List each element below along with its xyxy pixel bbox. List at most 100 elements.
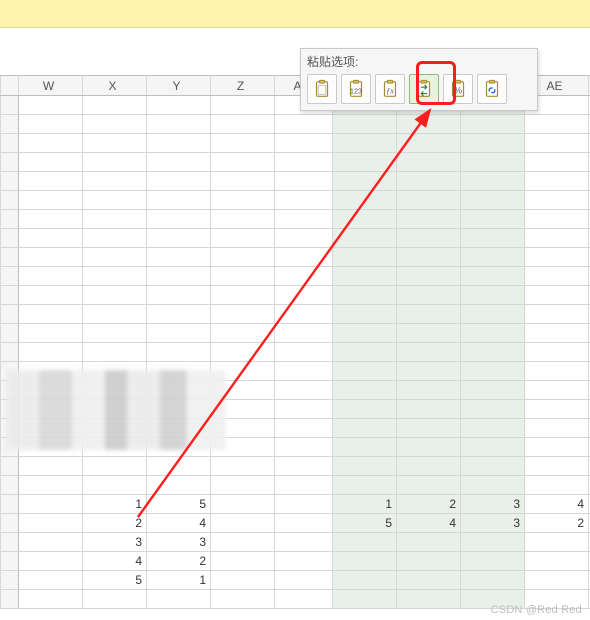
cell[interactable] [333, 590, 397, 609]
cell[interactable] [147, 590, 211, 609]
cell[interactable] [83, 172, 147, 191]
cell[interactable] [397, 172, 461, 191]
cell[interactable] [19, 134, 83, 153]
cell[interactable] [19, 324, 83, 343]
cell[interactable] [275, 533, 333, 552]
cell[interactable] [275, 267, 333, 286]
cell[interactable] [275, 362, 333, 381]
cell[interactable] [147, 248, 211, 267]
cell[interactable] [19, 115, 83, 134]
cell[interactable] [397, 267, 461, 286]
cell[interactable] [211, 210, 275, 229]
cell[interactable] [275, 305, 333, 324]
cell[interactable] [333, 210, 397, 229]
cell[interactable] [461, 571, 525, 590]
cell[interactable] [461, 191, 525, 210]
spreadsheet-grid[interactable]: W X Y Z AA AB AC AD AE AF 15123452454321… [0, 75, 590, 620]
cell[interactable] [83, 457, 147, 476]
cell[interactable] [333, 324, 397, 343]
cell[interactable] [333, 115, 397, 134]
cell[interactable] [525, 210, 589, 229]
grid-row[interactable] [1, 457, 590, 476]
cell[interactable] [19, 248, 83, 267]
cell[interactable] [461, 248, 525, 267]
cell[interactable] [397, 115, 461, 134]
cell[interactable] [83, 267, 147, 286]
cell[interactable] [211, 476, 275, 495]
cell[interactable] [19, 552, 83, 571]
cell[interactable] [275, 134, 333, 153]
cell-value[interactable]: 1 [333, 495, 397, 514]
cell[interactable] [333, 419, 397, 438]
cell[interactable] [525, 571, 589, 590]
grid-row[interactable]: 33 [1, 533, 590, 552]
grid-row[interactable] [1, 476, 590, 495]
cell[interactable] [83, 476, 147, 495]
cell[interactable] [19, 286, 83, 305]
cell[interactable] [147, 172, 211, 191]
cell[interactable] [83, 324, 147, 343]
cell[interactable] [211, 229, 275, 248]
cell[interactable] [525, 267, 589, 286]
paste-option-paste[interactable] [307, 74, 337, 104]
paste-option-formats[interactable]: % [443, 74, 473, 104]
cell[interactable] [83, 590, 147, 609]
cell[interactable] [147, 457, 211, 476]
cell[interactable] [19, 210, 83, 229]
cell[interactable] [19, 267, 83, 286]
cell[interactable] [275, 419, 333, 438]
cell[interactable] [397, 210, 461, 229]
cell[interactable] [19, 514, 83, 533]
cell[interactable] [211, 514, 275, 533]
grid-row[interactable] [1, 248, 590, 267]
cell[interactable] [333, 343, 397, 362]
cell[interactable] [397, 362, 461, 381]
cell[interactable] [275, 191, 333, 210]
cell[interactable] [147, 115, 211, 134]
cell-value[interactable]: 1 [83, 495, 147, 514]
row-header[interactable] [1, 343, 19, 362]
cell-value[interactable]: 2 [397, 495, 461, 514]
cell[interactable] [461, 552, 525, 571]
cell[interactable] [333, 191, 397, 210]
row-header[interactable] [1, 115, 19, 134]
cell[interactable] [333, 172, 397, 191]
cell[interactable] [19, 191, 83, 210]
cell[interactable] [275, 381, 333, 400]
cell[interactable] [333, 248, 397, 267]
cell-value[interactable]: 5 [83, 571, 147, 590]
cell[interactable] [147, 229, 211, 248]
cell[interactable] [147, 286, 211, 305]
cell[interactable] [461, 115, 525, 134]
grid-row[interactable] [1, 324, 590, 343]
cell[interactable] [397, 476, 461, 495]
cell[interactable] [19, 495, 83, 514]
cell[interactable] [461, 267, 525, 286]
cell[interactable] [83, 191, 147, 210]
grid-row[interactable] [1, 191, 590, 210]
cell[interactable] [275, 590, 333, 609]
cell[interactable] [461, 419, 525, 438]
cell[interactable] [275, 229, 333, 248]
cell[interactable] [333, 134, 397, 153]
cell-value[interactable]: 4 [83, 552, 147, 571]
row-header[interactable] [1, 210, 19, 229]
grid-row[interactable]: 51 [1, 571, 590, 590]
cell[interactable] [461, 153, 525, 172]
cell[interactable] [275, 172, 333, 191]
cell[interactable] [275, 571, 333, 590]
cell[interactable] [525, 191, 589, 210]
worksheet-table[interactable]: W X Y Z AA AB AC AD AE AF 15123452454321… [0, 75, 590, 609]
cell[interactable] [461, 324, 525, 343]
cell[interactable] [333, 438, 397, 457]
cell-value[interactable]: 5 [147, 495, 211, 514]
cell[interactable] [83, 115, 147, 134]
grid-row[interactable] [1, 134, 590, 153]
cell-value[interactable]: 5 [333, 514, 397, 533]
cell[interactable] [83, 96, 147, 115]
cell[interactable] [397, 229, 461, 248]
cell[interactable] [461, 210, 525, 229]
cell[interactable] [211, 305, 275, 324]
cell[interactable] [83, 153, 147, 172]
cell[interactable] [19, 533, 83, 552]
